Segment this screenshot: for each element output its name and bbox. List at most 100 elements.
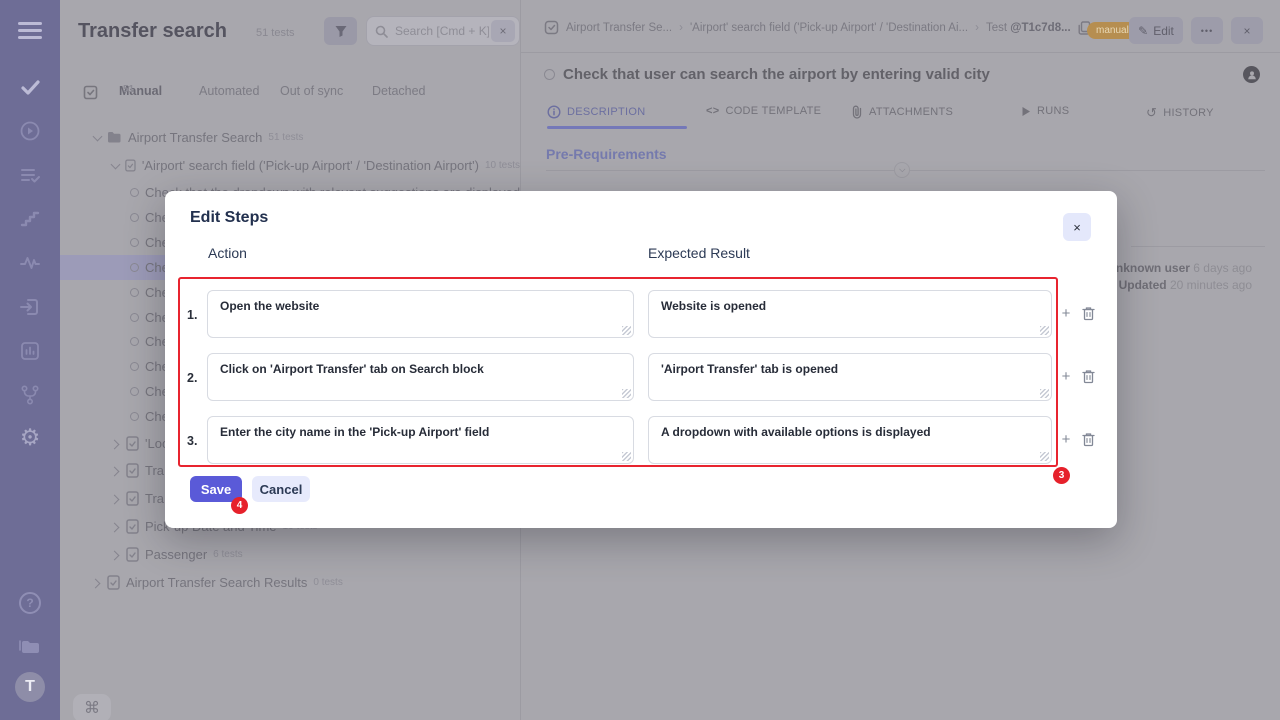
step-action-field: Click on 'Airport Transfer' tab on Searc… <box>207 353 634 401</box>
breadcrumb: Airport Transfer Se... › 'Airport' searc… <box>544 20 1091 35</box>
test-title: Check that user can search the airport b… <box>563 66 990 83</box>
test-meta: Unknown user 6 days ago Updated 20 minut… <box>1107 260 1252 294</box>
test-status-icon <box>130 288 139 297</box>
integrations-fork-icon[interactable] <box>0 380 60 410</box>
projects-folder-icon[interactable] <box>0 631 60 661</box>
chevron-down-icon[interactable] <box>111 162 119 170</box>
step-expected-input[interactable]: A dropdown with available options is dis… <box>649 417 1051 463</box>
doc-check-icon <box>126 519 139 534</box>
tests-check-icon[interactable] <box>0 72 60 102</box>
step-action-input[interactable]: Open the website <box>208 291 633 337</box>
add-step-button[interactable]: + <box>1058 368 1074 385</box>
column-header-action: Action <box>208 245 247 261</box>
edit-button[interactable]: ✎ Edit <box>1129 17 1183 44</box>
modal-title: Edit Steps <box>190 209 268 227</box>
step-action-field: Open the website <box>207 290 634 338</box>
menu-icon[interactable] <box>18 22 42 43</box>
trash-icon <box>1082 306 1095 321</box>
delete-step-button[interactable] <box>1080 432 1096 447</box>
tree-group[interactable]: Passenger6 tests <box>60 542 520 567</box>
step-expected-field: Website is opened <box>648 290 1052 338</box>
breadcrumb-item[interactable]: Airport Transfer Se... <box>566 22 672 34</box>
reports-chart-icon[interactable] <box>0 336 60 366</box>
chevron-right-icon[interactable] <box>112 467 120 475</box>
add-step-button[interactable]: + <box>1058 431 1074 448</box>
help-icon[interactable]: ? <box>0 588 60 618</box>
step-action-input[interactable]: Enter the city name in the 'Pick-up Airp… <box>208 417 633 463</box>
search-icon <box>375 25 388 38</box>
delete-step-button[interactable] <box>1080 369 1096 384</box>
test-status-icon <box>130 387 139 396</box>
checkbox-icon <box>544 20 559 35</box>
milestones-steps-icon[interactable] <box>0 204 60 234</box>
step-number: 1. <box>187 308 205 322</box>
avatar[interactable] <box>1243 66 1260 83</box>
filter-button[interactable] <box>324 17 357 45</box>
close-panel-button[interactable]: × <box>1231 17 1263 44</box>
code-icon: <> <box>706 105 719 117</box>
cancel-button[interactable]: Cancel <box>252 476 310 502</box>
column-header-expected: Expected Result <box>648 245 750 261</box>
step-number: 2. <box>187 371 205 385</box>
edit-steps-modal: Edit Steps × Action Expected Result 3 1.… <box>165 191 1117 528</box>
chevron-down-icon <box>900 168 905 173</box>
divider <box>521 52 1280 53</box>
modal-close-button[interactable]: × <box>1063 213 1091 241</box>
add-step-button[interactable]: + <box>1058 305 1074 322</box>
tab-automated[interactable]: Automated <box>199 84 259 98</box>
tab-code-template[interactable]: <> CODE TEMPLATE <box>706 105 821 117</box>
chevron-down-icon[interactable] <box>93 134 101 142</box>
tab-detached[interactable]: Detached <box>372 84 426 98</box>
test-status-icon <box>130 412 139 421</box>
search-input[interactable] <box>393 23 491 39</box>
annotation-badge-4: 4 <box>231 497 248 514</box>
activity-pulse-icon[interactable] <box>0 248 60 278</box>
step-expected-input[interactable]: 'Airport Transfer' tab is opened <box>649 354 1051 400</box>
sidebar: ⚙ ? T <box>0 0 60 720</box>
chevron-right-icon[interactable] <box>112 523 120 531</box>
tab-history[interactable]: ↺ HISTORY <box>1146 105 1214 121</box>
command-shortcut-button[interactable]: ⌘ <box>73 694 111 720</box>
breadcrumb-item[interactable]: 'Airport' search field ('Pick-up Airport… <box>690 22 968 34</box>
step-action-input[interactable]: Click on 'Airport Transfer' tab on Searc… <box>208 354 633 400</box>
app-window: ⚙ ? T Transfer search 51 tests × Manual5… <box>0 0 1280 720</box>
tree-root-suite-results[interactable]: Airport Transfer Search Results0 tests <box>60 570 520 595</box>
runs-play-icon[interactable] <box>0 116 60 146</box>
tab-out-of-sync[interactable]: Out of sync <box>280 84 343 98</box>
import-icon[interactable] <box>0 292 60 322</box>
divider <box>1131 246 1265 247</box>
chevron-right-icon[interactable] <box>112 495 120 503</box>
tab-description[interactable]: DESCRIPTION <box>547 105 645 119</box>
search-clear-button[interactable]: × <box>491 20 515 42</box>
step-action-field: Enter the city name in the 'Pick-up Airp… <box>207 416 634 464</box>
test-status-icon <box>130 188 139 197</box>
tab-runs[interactable]: RUNS <box>1021 105 1069 117</box>
page-title: Transfer search <box>78 20 227 43</box>
test-status-icon <box>544 69 555 80</box>
doc-check-icon <box>126 547 139 562</box>
collapse-toggle[interactable] <box>894 162 910 178</box>
paperclip-icon <box>851 105 863 119</box>
tree-group-airport-field[interactable]: 'Airport' search field ('Pick-up Airport… <box>60 153 520 178</box>
doc-check-icon <box>126 436 139 451</box>
select-all-icon[interactable] <box>83 85 98 100</box>
section-title: Pre-Requirements <box>546 146 667 162</box>
history-icon: ↺ <box>1146 105 1157 121</box>
annotation-badge-3: 3 <box>1053 467 1070 484</box>
settings-gear-icon[interactable]: ⚙ <box>0 422 60 452</box>
step-expected-field: A dropdown with available options is dis… <box>648 416 1052 464</box>
step-number: 3. <box>187 434 205 448</box>
more-button[interactable]: ••• <box>1191 17 1223 44</box>
test-plans-icon[interactable] <box>0 160 60 190</box>
tab-attachments[interactable]: ATTACHMENTS <box>851 105 953 119</box>
breadcrumb-item: Test @T1c7d8... <box>986 22 1071 34</box>
chevron-right-icon[interactable] <box>93 579 101 587</box>
chevron-right-icon[interactable] <box>112 440 120 448</box>
chevron-right-icon[interactable] <box>112 551 120 559</box>
test-status-icon <box>130 337 139 346</box>
workspace-logo[interactable]: T <box>0 672 60 702</box>
tree-root-suite[interactable]: Airport Transfer Search 51 tests <box>60 125 520 150</box>
delete-step-button[interactable] <box>1080 306 1096 321</box>
step-expected-input[interactable]: Website is opened <box>649 291 1051 337</box>
trash-icon <box>1082 369 1095 384</box>
